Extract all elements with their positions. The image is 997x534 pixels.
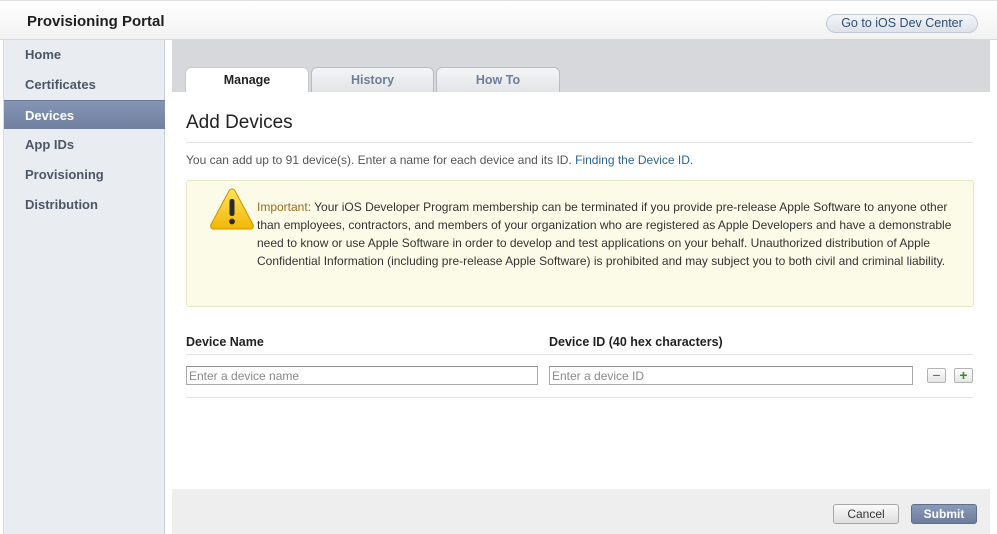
device-name-input[interactable] xyxy=(186,366,538,385)
warning-triangle-icon xyxy=(210,188,254,230)
form-bottom-divider xyxy=(186,397,973,398)
remove-row-button[interactable]: − xyxy=(927,368,946,383)
portal-title: Provisioning Portal xyxy=(27,13,165,30)
device-id-input[interactable] xyxy=(549,366,913,385)
dev-center-link-button[interactable]: Go to iOS Dev Center xyxy=(826,14,978,33)
tab-bar: Manage History How To xyxy=(172,40,990,94)
title-divider xyxy=(186,142,973,143)
sidebar-item-app-ids[interactable]: App IDs xyxy=(4,130,165,159)
form-header-divider xyxy=(186,354,973,355)
cancel-button[interactable]: Cancel xyxy=(833,504,899,524)
warning-body: Your iOS Developer Program membership ca… xyxy=(257,200,952,268)
device-id-header: Device ID (40 hex characters) xyxy=(549,335,723,349)
sidebar: Home Certificates Devices App IDs Provis… xyxy=(3,40,165,534)
intro-text-label: You can add up to 91 device(s). Enter a … xyxy=(186,153,572,167)
top-header: Provisioning Portal Go to iOS Dev Center xyxy=(0,0,997,40)
tab-how-to[interactable]: How To xyxy=(436,67,560,93)
sidebar-item-certificates[interactable]: Certificates xyxy=(4,70,165,99)
add-row-button[interactable]: + xyxy=(954,368,973,383)
finding-device-id-link[interactable]: Finding the Device ID. xyxy=(575,153,693,167)
tab-history[interactable]: History xyxy=(311,67,434,93)
tab-manage[interactable]: Manage xyxy=(185,67,309,94)
sidebar-item-provisioning[interactable]: Provisioning xyxy=(4,160,165,189)
submit-button[interactable]: Submit xyxy=(911,504,977,524)
intro-text: You can add up to 91 device(s). Enter a … xyxy=(186,153,693,167)
warning-label: Important: xyxy=(257,200,312,214)
warning-text: Important: Your iOS Developer Program me… xyxy=(257,198,957,270)
sidebar-item-devices[interactable]: Devices xyxy=(4,100,165,129)
device-name-header: Device Name xyxy=(186,335,264,349)
important-notice: Important: Your iOS Developer Program me… xyxy=(186,180,974,307)
sidebar-item-home[interactable]: Home xyxy=(4,40,165,69)
sidebar-item-distribution[interactable]: Distribution xyxy=(4,190,165,219)
page-title: Add Devices xyxy=(186,112,293,133)
